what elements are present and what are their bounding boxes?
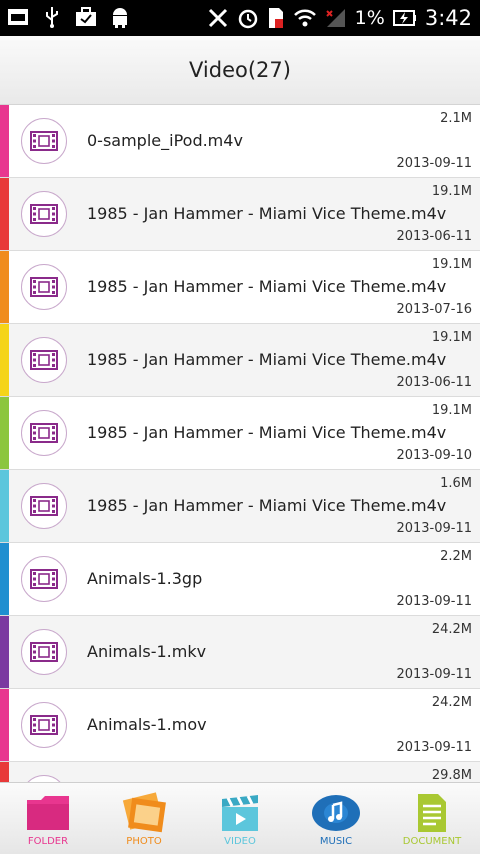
photo-icon [119,791,169,835]
file-size: 2.2M [440,549,472,564]
file-list[interactable]: 0-sample_iPod.m4v 2.1M 2013-09-11 1985 - Ja… [0,105,480,782]
file-name: Animals-1.3gp [87,569,203,588]
list-item[interactable]: Animals-1.mov 24.2M 2013-09-11 [0,689,480,762]
file-name: 1985 - Jan Hammer - Miami Vice Theme.m4v [87,423,447,442]
list-item[interactable]: 1985 - Jan Hammer - Miami Vice Theme.m4v… [0,397,480,470]
document-icon [407,791,457,835]
file-size: 19.1M [431,257,472,272]
list-item[interactable]: 29.8M [0,762,480,782]
wifi-icon [293,9,316,27]
nav-photo[interactable]: PHOTO [96,783,192,854]
file-name: Animals-1.mkv [87,642,207,661]
video-file-icon [21,483,67,529]
color-stripe [0,251,9,323]
nav-photo-label: PHOTO [126,836,162,847]
video-file-icon [21,264,67,310]
nav-music[interactable]: MUSIC [288,783,384,854]
file-date: 2013-06-11 [396,229,472,244]
list-item[interactable]: 0-sample_iPod.m4v 2.1M 2013-09-11 [0,105,480,178]
file-date: 2013-06-11 [396,375,472,390]
file-date: 2013-09-11 [396,740,472,755]
nav-folder[interactable]: FOLDER [0,783,96,854]
file-date: 2013-09-11 [396,667,472,682]
video-file-icon [21,629,67,675]
clapperboard-icon [215,791,265,835]
clock: 3:42 [424,6,472,30]
file-name: 1985 - Jan Hammer - Miami Vice Theme.m4v [87,496,447,515]
list-item[interactable]: Animals-1.3gp 2.2M 2013-09-11 [0,543,480,616]
file-size: 19.1M [431,330,472,345]
file-size: 2.1M [440,111,472,126]
system-icons: 1% 3:42 [207,4,472,32]
nav-video-label: VIDEO [224,836,256,847]
color-stripe [0,689,9,761]
page-title: Video(27) [189,58,291,82]
color-stripe [0,105,9,177]
nav-video[interactable]: VIDEO [192,783,288,854]
video-file-icon [21,702,67,748]
list-item[interactable]: Animals-1.mkv 24.2M 2013-09-11 [0,616,480,689]
file-size: 29.8M [431,768,472,782]
file-date: 2013-09-11 [396,594,472,609]
color-stripe [0,470,9,542]
video-file-icon [21,775,67,782]
alarm-icon [238,9,257,29]
file-size: 19.1M [431,184,472,199]
video-file-icon [21,556,67,602]
video-file-icon [21,410,67,456]
file-name: 1985 - Jan Hammer - Miami Vice Theme.m4v [87,350,447,369]
folder-icon [23,791,73,835]
color-stripe [0,762,9,782]
file-size: 19.1M [431,403,472,418]
bottom-navigation: FOLDER PHOTO VIDEO MUSIC DOCUMENT [0,782,480,854]
file-date: 2013-09-11 [396,156,472,171]
color-stripe [0,397,9,469]
file-date: 2013-07-16 [396,302,472,317]
status-bar: 1% 3:42 [0,0,480,36]
list-item[interactable]: 1985 - Jan Hammer - Miami Vice Theme.m4v… [0,178,480,251]
nav-music-label: MUSIC [319,836,353,847]
nav-document-label: DOCUMENT [402,836,462,847]
list-item[interactable]: 1985 - Jan Hammer - Miami Vice Theme.m4v… [0,324,480,397]
notification-icons [6,5,132,29]
battery-charging-icon [392,10,416,26]
color-stripe [0,178,9,250]
file-size: 24.2M [431,695,472,710]
file-date: 2013-09-11 [396,521,472,536]
file-name: Animals-1.mov [87,715,207,734]
briefcase-check-icon [74,5,98,29]
nav-document[interactable]: DOCUMENT [384,783,480,854]
file-size: 1.6M [440,476,472,491]
list-item[interactable]: 1985 - Jan Hammer - Miami Vice Theme.m4v… [0,470,480,543]
no-vibrate-icon [208,8,227,28]
file-name: 1985 - Jan Hammer - Miami Vice Theme.m4v [87,204,447,223]
nav-folder-label: FOLDER [27,836,69,847]
color-stripe [0,324,9,396]
usb-icon [40,5,64,29]
video-file-icon [21,118,67,164]
video-file-icon [21,337,67,383]
color-stripe [0,616,9,688]
screen-icon [6,5,30,29]
music-icon [311,791,361,835]
list-item[interactable]: 1985 - Jan Hammer - Miami Vice Theme.m4v… [0,251,480,324]
battery-percent: 1% [354,7,385,29]
video-file-icon [21,191,67,237]
file-size: 24.2M [431,622,472,637]
file-name: 0-sample_iPod.m4v [87,131,243,150]
signal-icon [325,9,345,27]
android-icon [108,5,132,29]
file-name: 1985 - Jan Hammer - Miami Vice Theme.m4v [87,277,447,296]
title-bar: Video(27) [0,36,480,105]
sim-icon [268,8,283,28]
color-stripe [0,543,9,615]
file-date: 2013-09-10 [396,448,472,463]
